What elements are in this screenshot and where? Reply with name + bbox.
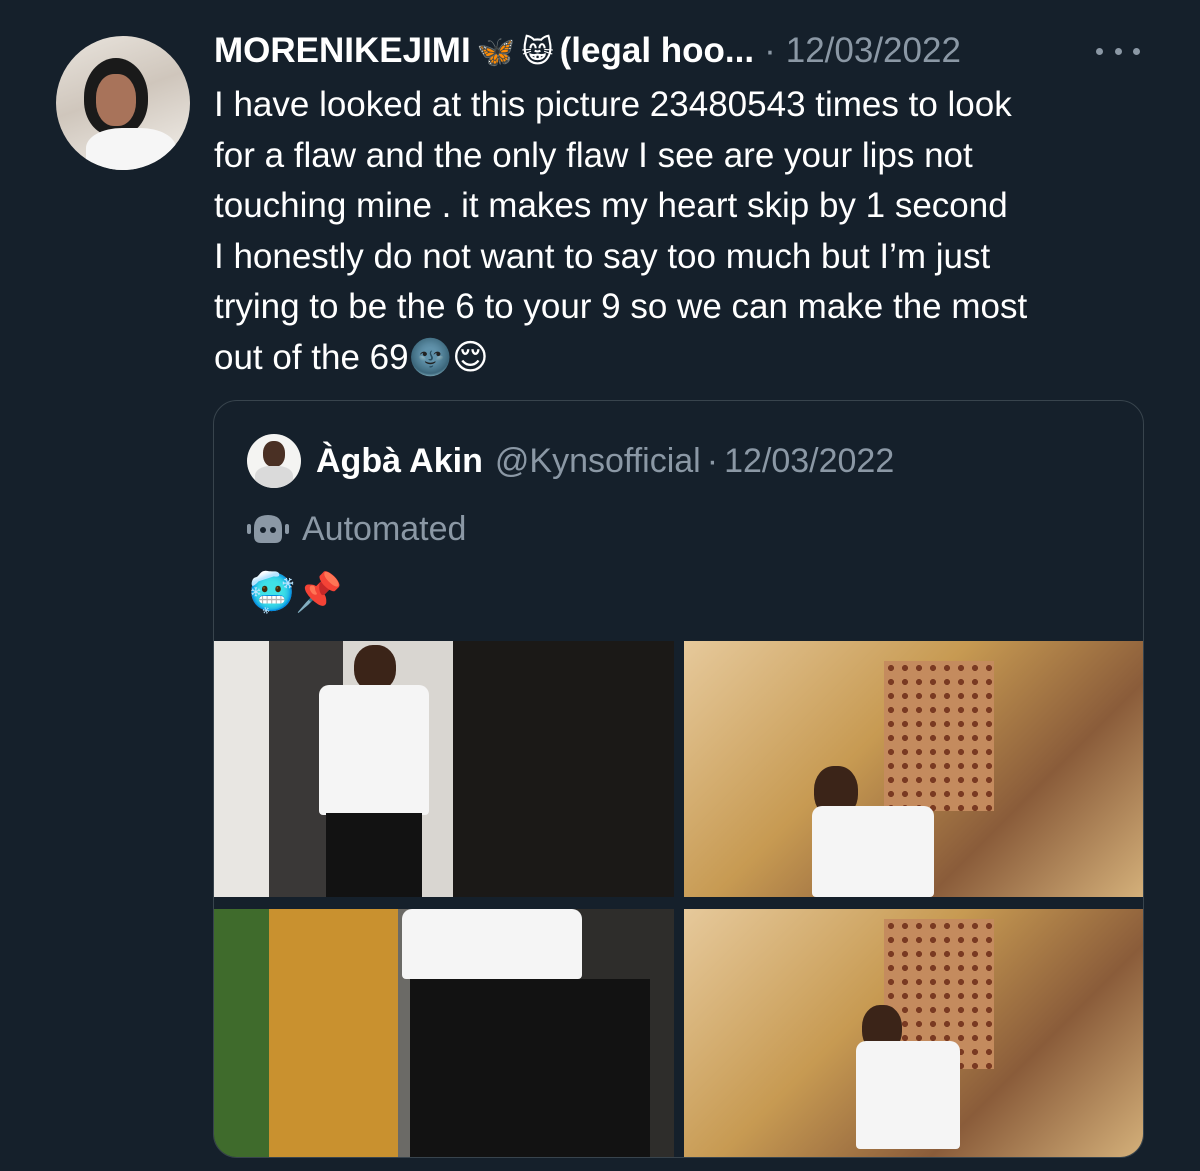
- quoted-tweet[interactable]: Àgbà Akin @Kynsofficial · 12/03/2022 Aut…: [213, 400, 1144, 1158]
- cat-emoji: 😸: [521, 33, 554, 69]
- media-photo-1[interactable]: [214, 641, 674, 897]
- media-photo-2[interactable]: [684, 641, 1143, 897]
- tweet-body-line: trying to be the 6 to your 9 so we can m…: [214, 287, 1028, 326]
- quoted-header-separator: ·: [706, 441, 719, 480]
- media-photo-3[interactable]: [214, 909, 674, 1157]
- quoted-author-avatar[interactable]: [247, 434, 301, 488]
- tweet-header: MORENIKEJIMI 🦋 😸 (legal hoo... · 12/03/2…: [214, 28, 961, 74]
- tweet-body-line: touching mine . it makes my heart skip b…: [214, 186, 1008, 225]
- author-avatar[interactable]: [56, 36, 190, 170]
- quoted-tweet-emojis: 🥶📌: [248, 572, 343, 614]
- tweet: MORENIKEJIMI 🦋 😸 (legal hoo... · 12/03/2…: [0, 0, 1200, 1171]
- author-display-name[interactable]: MORENIKEJIMI: [214, 31, 471, 71]
- media-photo-4[interactable]: [684, 909, 1143, 1157]
- tweet-body-line: for a flaw and the only flaw I see are y…: [214, 135, 973, 175]
- tweet-body-line: I honestly do not want to say too much b…: [214, 236, 991, 276]
- more-options-icon[interactable]: [1096, 36, 1140, 66]
- butterfly-emoji: 🦋: [476, 33, 516, 69]
- robot-icon: [247, 515, 289, 543]
- quoted-tweet-date[interactable]: 12/03/2022: [724, 442, 894, 481]
- automated-label-row: Automated: [246, 507, 466, 551]
- header-separator: ·: [764, 31, 776, 70]
- quoted-author-name[interactable]: Àgbà Akin: [316, 442, 483, 481]
- quoted-author-handle[interactable]: @Kynsofficial: [495, 442, 701, 481]
- quoted-media-grid: [214, 641, 1143, 1157]
- author-name-suffix[interactable]: (legal hoo...: [560, 31, 754, 71]
- tweet-body-line: I have looked at this picture 23480543 t…: [214, 85, 1012, 124]
- tweet-date[interactable]: 12/03/2022: [786, 31, 961, 71]
- tweet-body-line: out of the 69🌚😌: [214, 337, 489, 377]
- automated-label: Automated: [302, 509, 467, 548]
- quoted-tweet-header: Àgbà Akin @Kynsofficial · 12/03/2022: [316, 439, 894, 483]
- tweet-body: I have looked at this picture 23480543 t…: [214, 80, 1174, 383]
